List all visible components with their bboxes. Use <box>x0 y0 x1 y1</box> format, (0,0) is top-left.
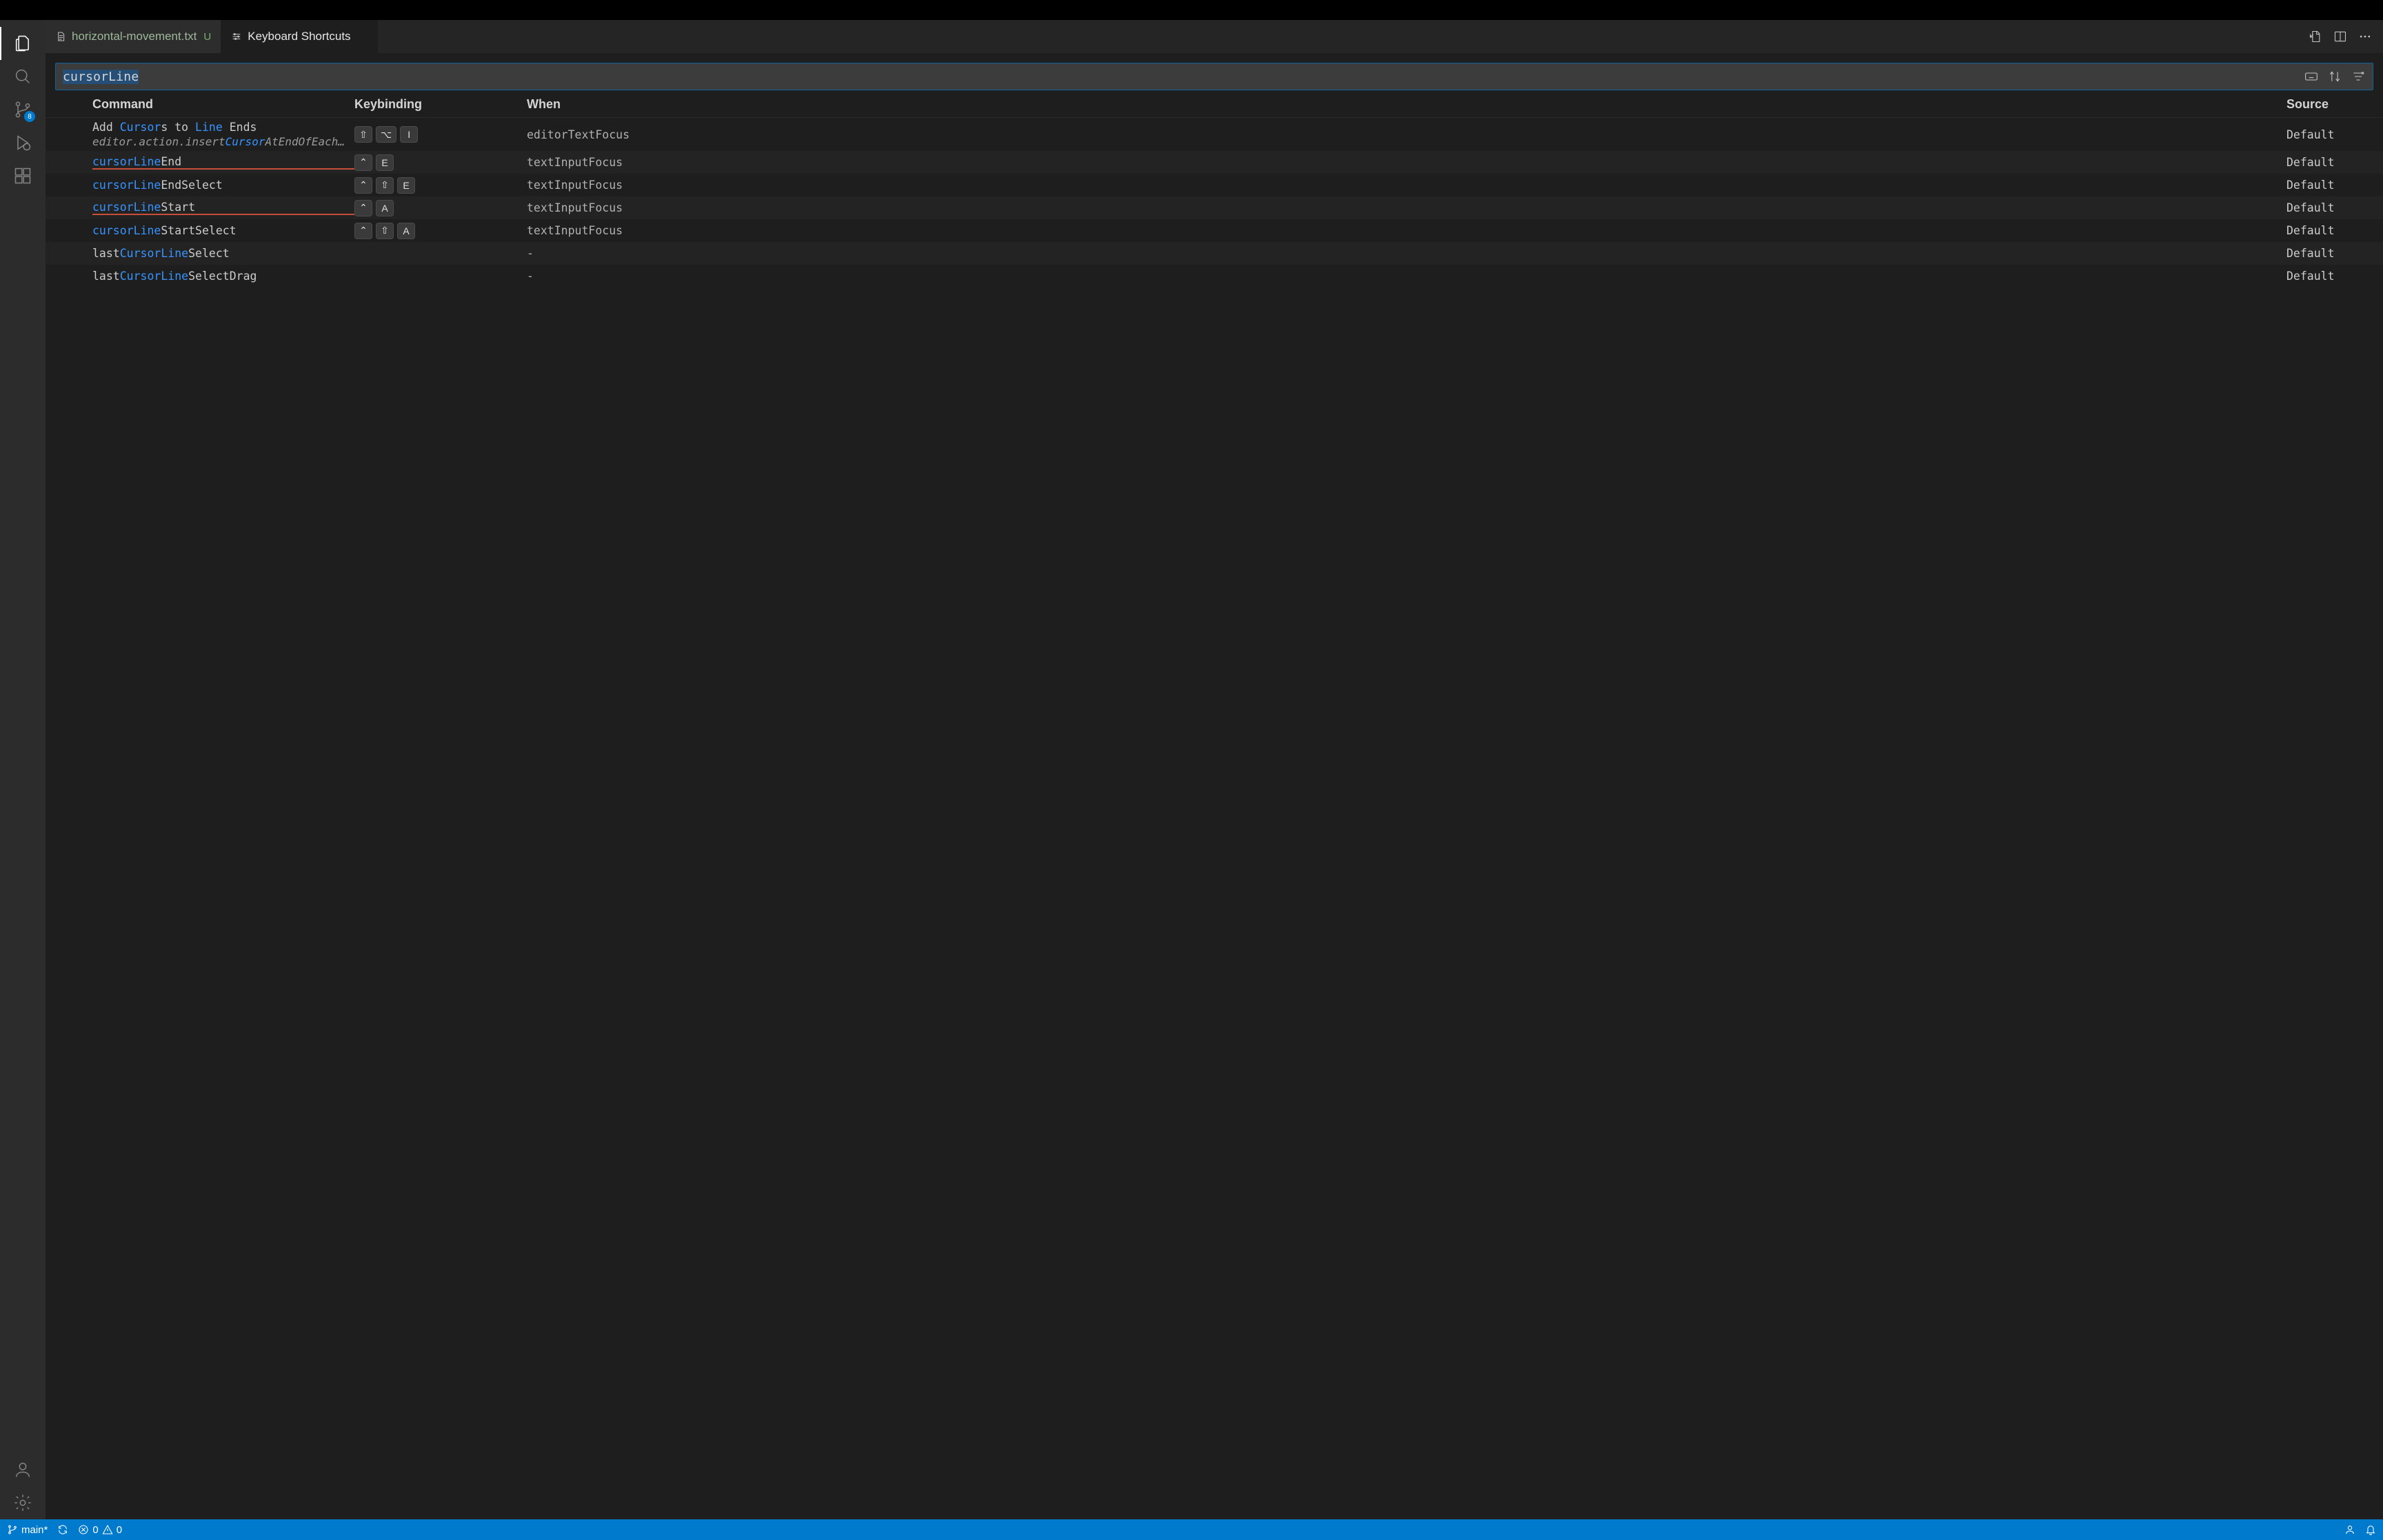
activity-source-control[interactable]: 8 <box>6 93 39 126</box>
when-context: textInputFocus <box>527 156 2286 169</box>
keybinding-source: Default <box>2286 247 2383 260</box>
tab-keyboard-shortcuts[interactable]: Keyboard Shortcuts <box>221 20 377 53</box>
account-icon <box>13 1460 32 1479</box>
column-keybinding[interactable]: Keybinding <box>354 97 527 112</box>
tab-file[interactable]: horizontal-movement.txt U <box>46 20 221 53</box>
ellipsis-icon <box>2358 30 2372 43</box>
keybindings-search-box[interactable] <box>55 63 2373 90</box>
debug-icon <box>13 133 32 152</box>
keybinding-row[interactable]: cursorLineEndSelect⌃⇧EtextInputFocusDefa… <box>46 174 2383 196</box>
keybinding-source: Default <box>2286 128 2383 141</box>
search-icon <box>13 67 32 86</box>
activity-bar: 8 <box>0 20 46 1519</box>
keybinding-row[interactable]: lastCursorLineSelect-Default <box>46 242 2383 265</box>
branch-name: main* <box>21 1524 48 1536</box>
key-cap: ⌥ <box>376 126 396 143</box>
key-cap: A <box>376 200 394 216</box>
status-problems[interactable]: 0 0 <box>78 1524 122 1536</box>
preferences-icon <box>231 31 242 42</box>
warning-icon <box>102 1524 113 1535</box>
key-cap: ⌃ <box>354 200 372 216</box>
more-actions[interactable] <box>2358 30 2372 43</box>
key-cap: ⌃ <box>354 223 372 239</box>
when-context: textInputFocus <box>527 179 2286 192</box>
column-source[interactable]: Source <box>2286 97 2383 112</box>
activity-search[interactable] <box>6 60 39 93</box>
key-cap: ⌃ <box>354 177 372 194</box>
keybinding-row[interactable]: cursorLineEnd⌃EtextInputFocusDefault <box>46 151 2383 174</box>
editor-actions <box>2297 20 2383 53</box>
keybindings-search-input[interactable] <box>63 70 2297 84</box>
sort-icon <box>2328 70 2342 83</box>
key-cap: ⇧ <box>376 177 394 194</box>
when-context: - <box>527 270 2286 283</box>
tab-label: horizontal-movement.txt <box>72 30 197 43</box>
status-branch[interactable]: main* <box>7 1524 48 1536</box>
column-command[interactable]: Command <box>92 97 354 112</box>
editor-tabs: horizontal-movement.txt U Keyboard Short… <box>46 20 2383 53</box>
filter-clear-icon <box>2351 70 2365 83</box>
keybinding-row[interactable]: Add Cursors to Line Endseditor.action.in… <box>46 118 2383 151</box>
activity-run-debug[interactable] <box>6 126 39 159</box>
activity-explorer[interactable] <box>6 27 39 60</box>
tab-label: Keyboard Shortcuts <box>248 30 350 43</box>
error-icon <box>78 1524 89 1535</box>
keybinding-source: Default <box>2286 201 2383 214</box>
activity-settings[interactable] <box>6 1486 39 1519</box>
keybinding-source: Default <box>2286 270 2383 283</box>
key-cap: ⇧ <box>376 223 394 239</box>
keybinding-source: Default <box>2286 179 2383 192</box>
close-icon[interactable] <box>356 31 368 42</box>
split-icon <box>2333 30 2347 43</box>
activity-account[interactable] <box>6 1453 39 1486</box>
open-keybindings-json[interactable] <box>2309 30 2322 43</box>
key-cap: I <box>400 126 418 143</box>
feedback-icon <box>2344 1524 2355 1535</box>
status-notifications[interactable] <box>2365 1524 2376 1535</box>
tab-modified-indicator: U <box>203 31 211 43</box>
open-file-icon <box>2309 30 2322 43</box>
keyboard-icon <box>2304 70 2318 83</box>
activity-extensions[interactable] <box>6 159 39 192</box>
extensions-icon <box>13 166 32 185</box>
when-context: - <box>527 247 2286 260</box>
status-feedback[interactable] <box>2344 1524 2355 1535</box>
sync-icon <box>57 1524 68 1535</box>
keybinding-source: Default <box>2286 156 2383 169</box>
files-icon <box>13 34 32 53</box>
key-cap: E <box>397 177 415 194</box>
key-cap: A <box>397 223 415 239</box>
git-branch-icon <box>7 1524 18 1535</box>
bell-icon <box>2365 1524 2376 1535</box>
clear-search-button[interactable] <box>2351 69 2366 84</box>
warning-count: 0 <box>117 1524 122 1536</box>
record-keys-button[interactable] <box>2304 69 2319 84</box>
keybinding-source: Default <box>2286 224 2383 237</box>
sort-precedence-button[interactable] <box>2327 69 2342 84</box>
file-text-icon <box>55 31 66 42</box>
keybinding-row[interactable]: cursorLineStartSelect⌃⇧AtextInputFocusDe… <box>46 219 2383 242</box>
split-editor[interactable] <box>2333 30 2347 43</box>
when-context: textInputFocus <box>527 201 2286 214</box>
key-cap: ⌃ <box>354 154 372 171</box>
key-cap: ⇧ <box>354 126 372 143</box>
key-cap: E <box>376 154 394 171</box>
scm-badge: 8 <box>24 111 35 122</box>
when-context: editorTextFocus <box>527 128 2286 141</box>
keybindings-table-header: Command Keybinding When Source <box>46 92 2383 118</box>
status-bar: main* 0 0 <box>0 1519 2383 1540</box>
column-when[interactable]: When <box>527 97 2286 112</box>
error-count: 0 <box>92 1524 98 1536</box>
when-context: textInputFocus <box>527 224 2286 237</box>
keybinding-row[interactable]: cursorLineStart⌃AtextInputFocusDefault <box>46 196 2383 219</box>
keybinding-row[interactable]: lastCursorLineSelectDrag-Default <box>46 265 2383 287</box>
gear-icon <box>13 1493 32 1512</box>
status-sync[interactable] <box>57 1524 68 1535</box>
keybindings-table-body: Add Cursors to Line Endseditor.action.in… <box>46 118 2383 1519</box>
